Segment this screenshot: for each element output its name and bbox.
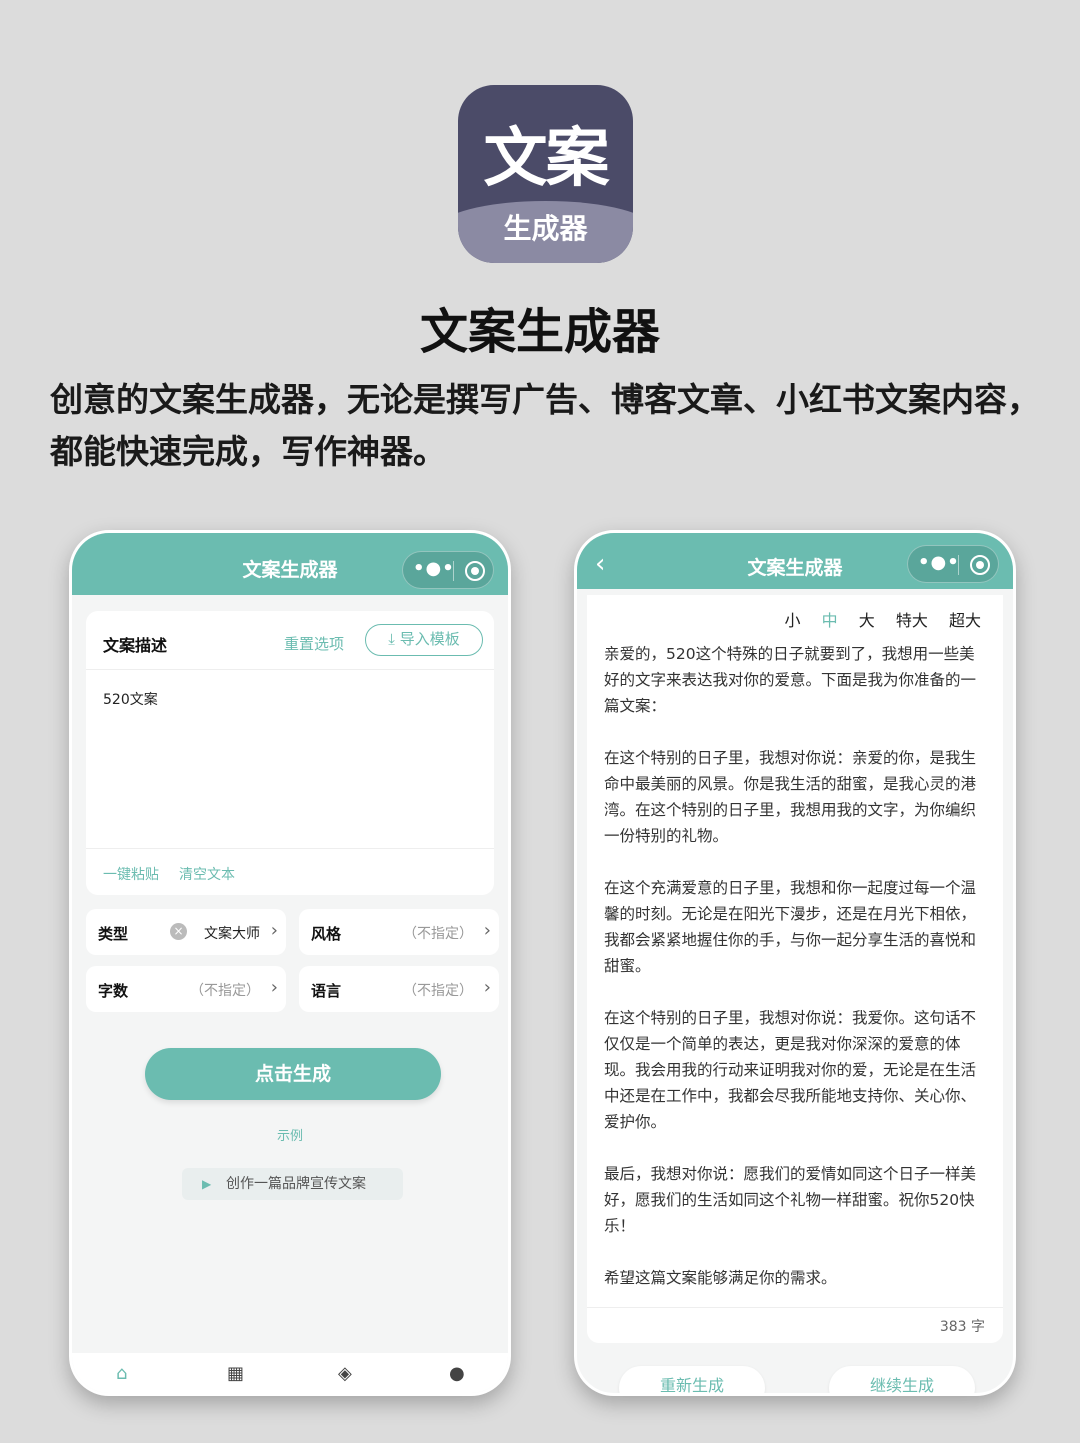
result-paragraph: 亲爱的，520这个特殊的日子就要到了，我想用一些美好的文字来表达我对你的爱意。下… bbox=[604, 645, 977, 715]
option-value: （不指定） bbox=[403, 983, 473, 999]
option-value: 文案大师 bbox=[204, 926, 260, 942]
result-paragraph: 希望这篇文案能够满足你的需求。 bbox=[604, 1269, 837, 1287]
size-medium[interactable]: 中 bbox=[822, 611, 838, 630]
more-icon[interactable]: •●• bbox=[413, 558, 454, 579]
option-style[interactable]: 风格 （不指定） › bbox=[299, 909, 499, 955]
phone-result-screen: ‹ 文案生成器 •●• 小 中 大 特大 超大 亲爱的，520这个特殊的日子就要… bbox=[574, 530, 1016, 1396]
miniprogram-capsule: •●• bbox=[402, 551, 494, 589]
tab-bar: ⌂ ▦ ◈ ● bbox=[72, 1353, 508, 1393]
app-title: 文案生成器 bbox=[419, 304, 660, 360]
option-value: （不指定） bbox=[403, 926, 473, 942]
description-label: 文案描述 bbox=[103, 636, 168, 655]
divider bbox=[86, 848, 494, 849]
app-icon-main-text: 文案 bbox=[483, 122, 610, 196]
continue-button[interactable]: 继续生成 bbox=[829, 1366, 975, 1393]
close-target-icon[interactable] bbox=[970, 555, 990, 575]
option-label: 风格 bbox=[311, 925, 342, 943]
divider bbox=[587, 1307, 1003, 1308]
chevron-right-icon: › bbox=[270, 977, 278, 998]
size-xlarge[interactable]: 特大 bbox=[896, 611, 928, 630]
cube-icon[interactable]: ◈ bbox=[338, 1363, 352, 1384]
option-value: （不指定） bbox=[190, 983, 260, 999]
nav-bar: 文案生成器 •●• bbox=[72, 533, 508, 595]
clear-text-button[interactable]: 清空文本 bbox=[179, 864, 235, 884]
chevron-right-icon: › bbox=[270, 920, 278, 941]
nav-bar: ‹ 文案生成器 •●• bbox=[577, 533, 1013, 589]
result-card: 小 中 大 特大 超大 亲爱的，520这个特殊的日子就要到了，我想用一些美好的文… bbox=[587, 595, 1003, 1343]
size-xxlarge[interactable]: 超大 bbox=[949, 611, 981, 630]
clear-x-icon[interactable]: × bbox=[170, 923, 187, 940]
example-label: 示例 bbox=[276, 1129, 303, 1144]
size-large[interactable]: 大 bbox=[859, 611, 875, 630]
result-text: 亲爱的，520这个特殊的日子就要到了，我想用一些美好的文字来表达我对你的爱意。下… bbox=[604, 641, 983, 1291]
capsule-divider bbox=[958, 555, 959, 575]
option-type[interactable]: 类型 × 文案大师 › bbox=[86, 909, 286, 955]
option-language[interactable]: 语言 （不指定） › bbox=[299, 966, 499, 1012]
description-card: 文案描述 重置选项 ⤓ 导入模板 520文案 一键粘贴 清空文本 bbox=[86, 611, 494, 895]
chevron-right-icon: › bbox=[483, 977, 491, 998]
grid-icon[interactable]: ▦ bbox=[227, 1363, 244, 1384]
example-chip-text: 创作一篇品牌宣传文案 bbox=[226, 1176, 366, 1192]
app-description: 创意的文案生成器，无论是撰写广告、博客文章、小红书文案内容，都能快速完成，写作神… bbox=[50, 380, 1040, 471]
size-small[interactable]: 小 bbox=[785, 611, 801, 630]
paste-button[interactable]: 一键粘贴 bbox=[103, 864, 159, 884]
app-icon: 文案 生成器 bbox=[458, 85, 633, 263]
option-label: 字数 bbox=[98, 982, 129, 1000]
home-icon[interactable]: ⌂ bbox=[116, 1363, 127, 1384]
generate-button[interactable]: 点击生成 bbox=[145, 1048, 441, 1100]
result-paragraph: 最后，我想对你说：愿我们的爱情如同这个日子一样美好，愿我们的生活如同这个礼物一样… bbox=[604, 1165, 977, 1235]
chevron-right-icon: › bbox=[483, 920, 491, 941]
divider bbox=[86, 669, 494, 670]
result-paragraph: 在这个充满爱意的日子里，我想和你一起度过每一个温馨的时刻。无论是在阳光下漫步，还… bbox=[604, 879, 977, 975]
app-icon-sub-text: 生成器 bbox=[503, 212, 588, 245]
result-paragraph: 在这个特别的日子里，我想对你说：亲爱的你，是我生命中最美丽的风景。你是我生活的甜… bbox=[604, 749, 977, 845]
option-label: 语言 bbox=[311, 982, 342, 1000]
phone-input-screen: 文案生成器 •●• 文案描述 重置选项 ⤓ 导入模板 520文案 一键粘贴 清空… bbox=[69, 530, 511, 1396]
word-count: 383 字 bbox=[939, 1319, 985, 1335]
capsule-divider bbox=[453, 561, 454, 581]
description-textarea[interactable]: 520文案 bbox=[103, 689, 158, 709]
close-target-icon[interactable] bbox=[465, 561, 485, 581]
option-word-count[interactable]: 字数 （不指定） › bbox=[86, 966, 286, 1012]
reset-options-button[interactable]: 重置选项 bbox=[284, 633, 344, 654]
font-size-selector: 小 中 大 特大 超大 bbox=[769, 607, 981, 631]
option-label: 类型 bbox=[98, 925, 129, 943]
regenerate-button[interactable]: 重新生成 bbox=[619, 1366, 765, 1393]
result-paragraph: 在这个特别的日子里，我想对你说：我爱你。这句话不仅仅是一个简单的表达，更是我对你… bbox=[604, 1009, 977, 1131]
user-icon[interactable]: ● bbox=[449, 1363, 465, 1384]
example-chip[interactable]: ▶ 创作一篇品牌宣传文案 bbox=[182, 1168, 403, 1200]
more-icon[interactable]: •●• bbox=[918, 552, 959, 573]
import-template-button[interactable]: ⤓ 导入模板 bbox=[365, 624, 483, 656]
play-icon: ▶ bbox=[202, 1177, 212, 1191]
miniprogram-capsule: •●• bbox=[907, 545, 999, 583]
